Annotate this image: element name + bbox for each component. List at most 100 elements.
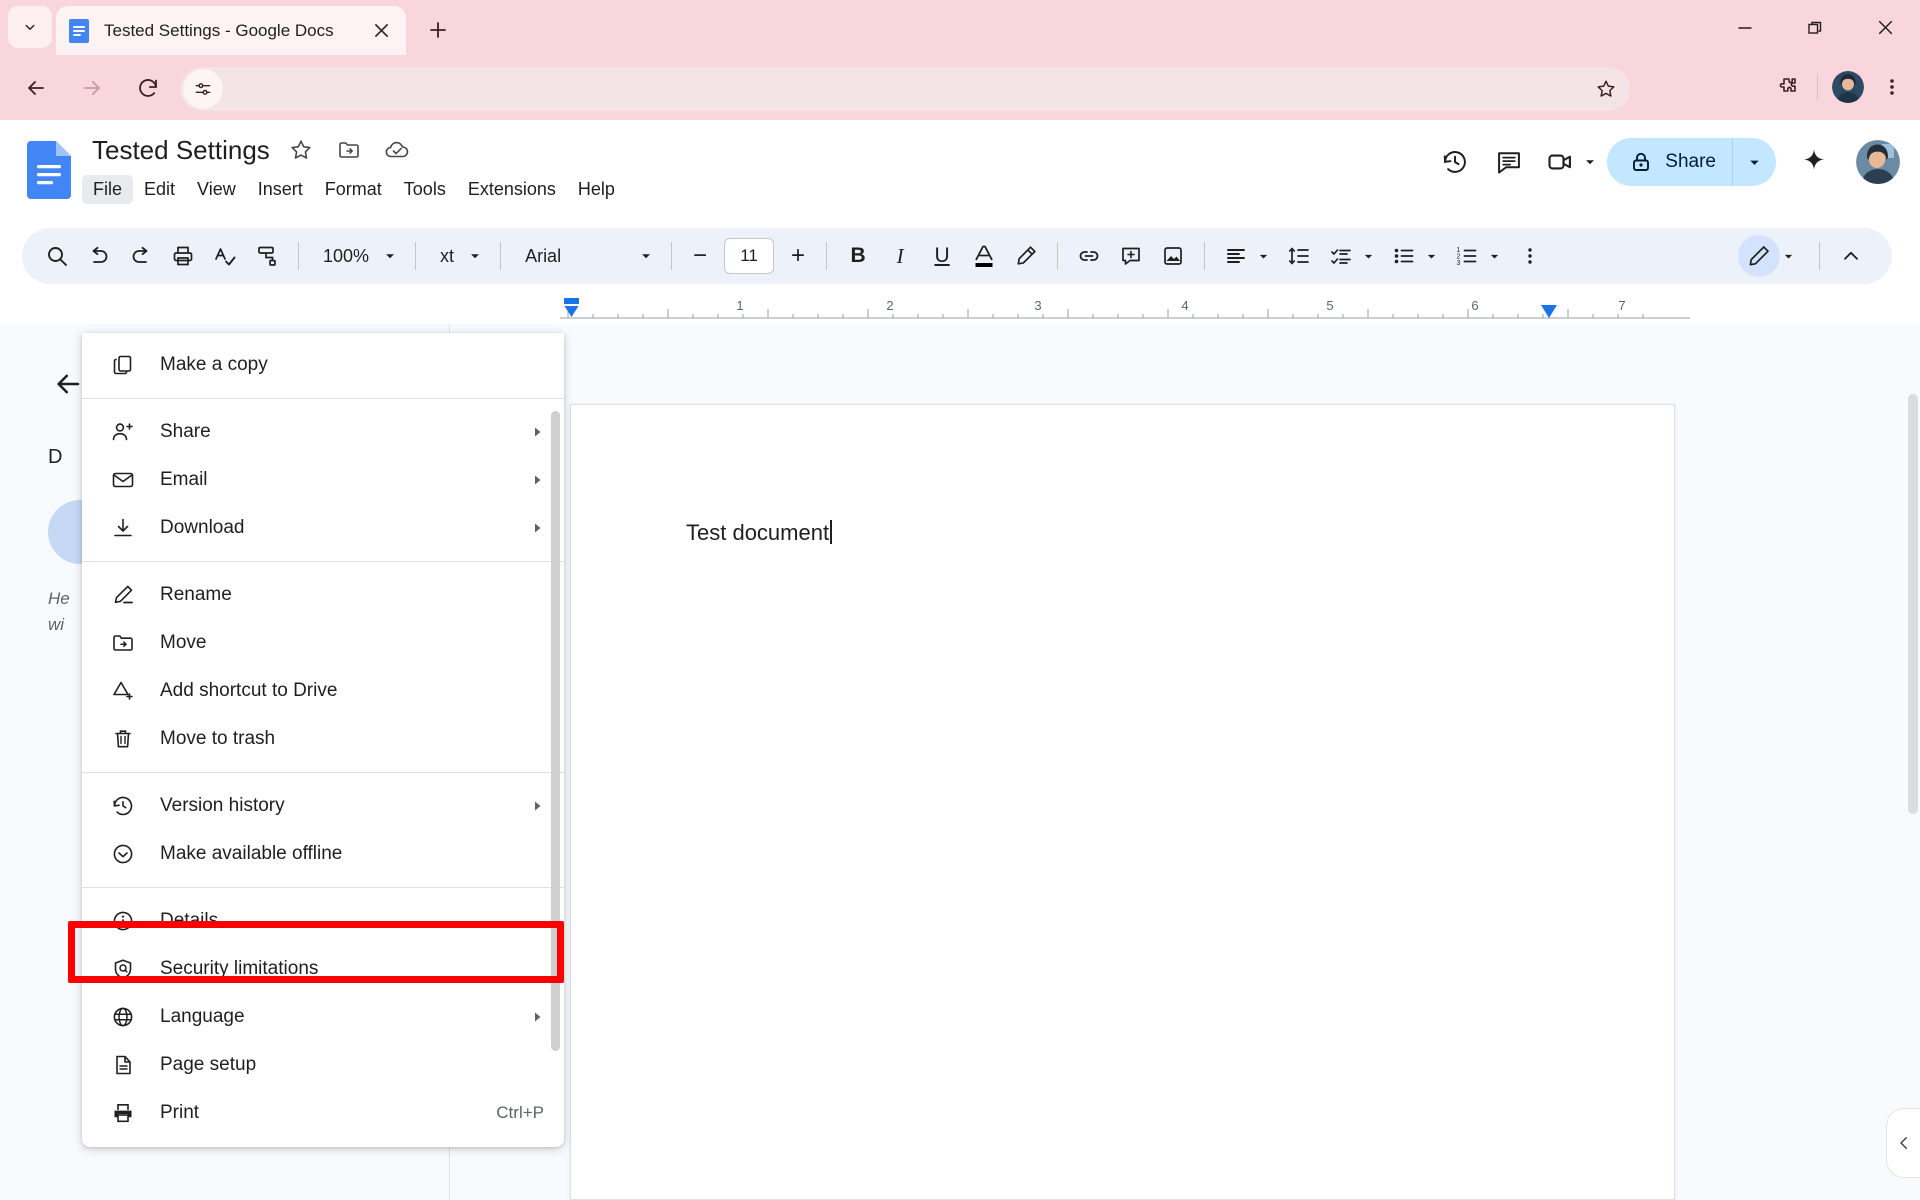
window-close-button[interactable] (1850, 0, 1920, 55)
menu-scrollbar[interactable] (551, 411, 560, 1051)
menu-separator (82, 561, 564, 562)
redo-button[interactable] (120, 235, 162, 277)
back-button[interactable] (14, 66, 58, 110)
collapse-toolbar-button[interactable] (1830, 235, 1872, 277)
chevron-down-icon (1784, 254, 1793, 259)
insert-link-button[interactable] (1068, 235, 1110, 277)
menu-item-move-to-trash[interactable]: Move to trash (82, 715, 564, 763)
new-tab-button[interactable] (420, 12, 456, 48)
menu-help[interactable]: Help (567, 175, 626, 204)
window-minimize-button[interactable] (1710, 0, 1780, 55)
add-comment-button[interactable] (1110, 235, 1152, 277)
menu-separator (82, 398, 564, 399)
font-size-input[interactable] (724, 238, 775, 274)
menu-extensions[interactable]: Extensions (457, 175, 567, 204)
google-docs-logo[interactable] (24, 138, 74, 202)
menu-item-make-a-copy[interactable]: Make a copy (82, 341, 564, 389)
menu-item-move[interactable]: Move (82, 619, 564, 667)
page-setup-icon (108, 1050, 138, 1080)
page-scrollbar-right[interactable] (1908, 394, 1918, 814)
left-indent-marker[interactable] (562, 298, 582, 320)
menu-format[interactable]: Format (314, 175, 393, 204)
meet-button[interactable] (1539, 141, 1597, 183)
numbered-list-button[interactable]: 1 2 3 (1446, 235, 1488, 277)
spellcheck-button[interactable] (204, 235, 246, 277)
paint-format-button[interactable] (246, 235, 288, 277)
gemini-spark-icon (1804, 149, 1824, 170)
chevron-down-icon (1259, 254, 1268, 259)
share-button[interactable]: Share (1607, 138, 1732, 186)
bulleted-list-button[interactable] (1383, 235, 1425, 277)
numbered-list-dropdown-caret[interactable] (1488, 250, 1501, 263)
menu-item-language[interactable]: Language (82, 993, 564, 1041)
expand-side-panel-button[interactable] (1886, 1108, 1920, 1178)
bold-button[interactable]: B (837, 235, 879, 277)
insert-image-button[interactable] (1152, 235, 1194, 277)
menu-tools[interactable]: Tools (393, 175, 457, 204)
site-settings-button[interactable] (183, 69, 223, 109)
menu-item-download[interactable]: Download (82, 504, 564, 552)
undo-button[interactable] (78, 235, 120, 277)
browser-tab[interactable]: Tested Settings - Google Docs (56, 6, 406, 55)
increase-font-size-button[interactable]: + (780, 238, 816, 274)
right-indent-marker[interactable] (1540, 305, 1558, 319)
version-history-button[interactable] (1431, 138, 1479, 186)
menu-insert[interactable]: Insert (247, 175, 314, 204)
more-options-button[interactable] (1509, 235, 1551, 277)
editing-mode-caret[interactable] (1782, 250, 1795, 263)
menu-item-share[interactable]: Share (82, 408, 564, 456)
paragraph-style-dropdown[interactable]: xt (426, 235, 490, 277)
menu-item-print[interactable]: Print Ctrl+P (82, 1089, 564, 1137)
menu-item-page-setup[interactable]: Page setup (82, 1041, 564, 1089)
gemini-button[interactable] (1790, 138, 1838, 186)
print-button[interactable] (162, 235, 204, 277)
editing-mode-button[interactable] (1738, 235, 1780, 277)
share-dropdown-button[interactable] (1732, 138, 1776, 186)
menu-view[interactable]: View (186, 175, 247, 204)
menu-item-security-limitations[interactable]: Security limitations (82, 945, 564, 993)
underline-button[interactable]: U (921, 235, 963, 277)
address-bar-input[interactable] (223, 80, 1630, 98)
move-to-folder-icon[interactable] (332, 133, 366, 167)
font-family-dropdown[interactable]: Arial (511, 235, 661, 277)
tab-search-button[interactable] (8, 6, 52, 48)
italic-button[interactable]: I (879, 235, 921, 277)
menu-item-add-shortcut-to-drive[interactable]: Add shortcut to Drive (82, 667, 564, 715)
document-ruler[interactable]: 1 2 3 4 5 6 7 (0, 296, 1920, 324)
zoom-dropdown[interactable]: 100% (309, 235, 405, 277)
comments-button[interactable] (1485, 138, 1533, 186)
forward-button[interactable] (70, 66, 114, 110)
search-menus-button[interactable] (36, 235, 78, 277)
document-text[interactable]: Test document (686, 520, 833, 546)
menu-file[interactable]: File (82, 174, 134, 204)
text-color-button[interactable] (963, 235, 1005, 277)
menu-item-details[interactable]: Details (82, 897, 564, 945)
browser-menu-button[interactable] (1870, 65, 1914, 109)
star-icon[interactable] (284, 133, 318, 167)
decrease-font-size-button[interactable]: − (682, 238, 718, 274)
menu-item-make-available-offline[interactable]: Make available offline (82, 830, 564, 878)
browser-profile-button[interactable] (1826, 65, 1870, 109)
line-spacing-button[interactable] (1278, 235, 1320, 277)
menu-item-rename[interactable]: Rename (82, 571, 564, 619)
extensions-button[interactable] (1765, 65, 1809, 109)
reload-button[interactable] (126, 66, 170, 110)
menu-edit[interactable]: Edit (133, 175, 186, 204)
add-shortcut-drive-icon (108, 676, 138, 706)
omnibox[interactable] (180, 67, 1630, 111)
menu-item-version-history[interactable]: Version history (82, 782, 564, 830)
align-button[interactable] (1215, 235, 1257, 277)
checklist-button[interactable] (1320, 235, 1362, 277)
account-avatar[interactable] (1856, 140, 1900, 184)
highlight-color-button[interactable] (1005, 235, 1047, 277)
saved-to-drive-cloud-icon[interactable] (380, 133, 414, 167)
checklist-dropdown-caret[interactable] (1362, 250, 1375, 263)
bookmark-star-button[interactable] (1586, 69, 1626, 109)
window-maximize-button[interactable] (1780, 0, 1850, 55)
document-page[interactable]: Test document (570, 404, 1675, 1200)
align-dropdown-caret[interactable] (1257, 250, 1270, 263)
page-title[interactable]: Tested Settings (92, 135, 270, 166)
tab-close-button[interactable] (368, 18, 394, 44)
bulleted-list-dropdown-caret[interactable] (1425, 250, 1438, 263)
menu-item-email[interactable]: Email (82, 456, 564, 504)
